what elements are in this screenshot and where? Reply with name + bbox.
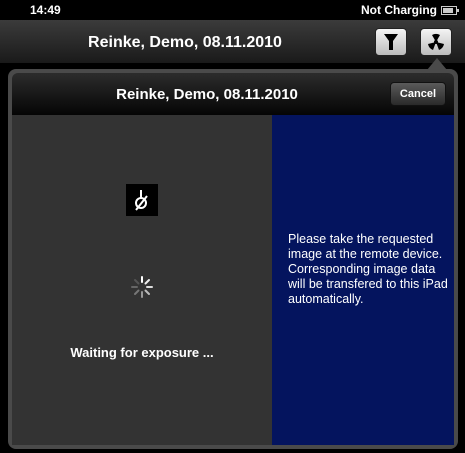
- exposure-popover: Reinke, Demo, 08.11.2010 Cancel Waiting …: [8, 69, 458, 449]
- nav-bar: Reinke, Demo, 08.11.2010: [0, 20, 465, 64]
- charging-status: Not Charging: [361, 3, 437, 17]
- nav-title: Reinke, Demo, 08.11.2010: [88, 34, 282, 51]
- waiting-text: Waiting for exposure ...: [70, 345, 214, 360]
- filter-icon: [384, 34, 398, 50]
- status-time: 14:49: [30, 3, 61, 17]
- filter-button[interactable]: [375, 28, 407, 56]
- popover-title: Reinke, Demo, 08.11.2010: [116, 86, 298, 103]
- status-bar: 14:49 Not Charging: [0, 0, 465, 20]
- battery-fill: [443, 7, 453, 13]
- status-right: Not Charging: [361, 3, 459, 17]
- radiation-icon: [428, 33, 444, 50]
- waiting-pane: Waiting for exposure ...: [12, 115, 272, 445]
- radiation-button[interactable]: [420, 28, 452, 56]
- exposure-icon: [126, 184, 158, 216]
- cancel-button[interactable]: Cancel: [389, 82, 446, 106]
- battery-icon: [441, 5, 459, 15]
- info-pane: Please take the requested image at the r…: [272, 115, 454, 445]
- info-text: Please take the requested image at the r…: [288, 232, 448, 306]
- loading-spinner-icon: [131, 276, 153, 298]
- popover-header: Reinke, Demo, 08.11.2010 Cancel: [12, 73, 454, 115]
